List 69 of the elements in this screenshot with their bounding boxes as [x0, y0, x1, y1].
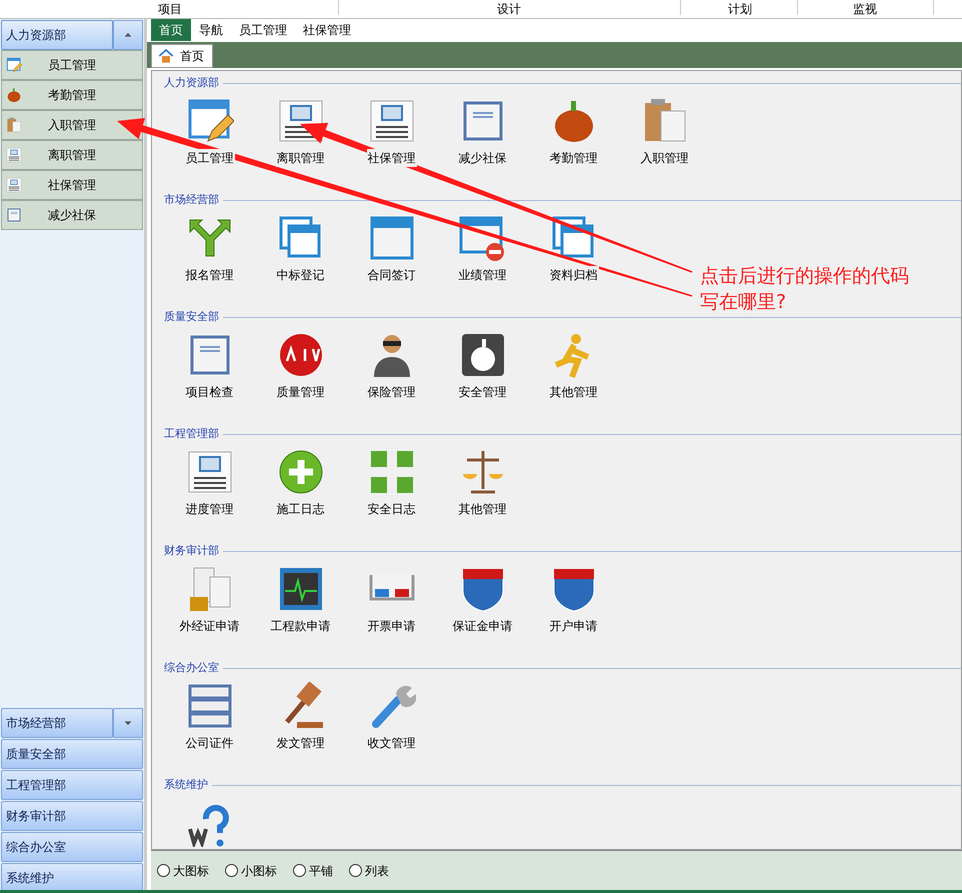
launcher-label[interactable]: 减少社保 [458, 149, 508, 167]
window-pencil-icon [6, 57, 22, 73]
launcher-label[interactable]: 保险管理 [366, 383, 416, 401]
group-header-button[interactable]: 市场经营部 [1, 708, 113, 738]
menu-item[interactable]: 监视 [853, 2, 877, 16]
document-icon [6, 147, 22, 163]
home-icon [158, 48, 174, 64]
window-icon[interactable] [368, 214, 416, 262]
launcher-label[interactable]: 质量管理 [276, 383, 326, 401]
window-pencil-icon[interactable] [186, 97, 234, 145]
apple-icon [6, 87, 22, 103]
document-icon [6, 177, 22, 193]
group-header-button[interactable]: 财务审计部 [1, 801, 143, 831]
menu-item[interactable]: 设计 [497, 2, 521, 16]
annotation-text: 点击后进行的操作的代码 写在哪里? [700, 264, 909, 315]
group-header-button[interactable]: 系统维护 [1, 863, 143, 893]
tab[interactable]: 社保管理 [295, 19, 359, 41]
clipboard-icon [6, 117, 22, 133]
section-title: 财务审计部 [164, 542, 219, 559]
launcher-label[interactable]: 考勤管理 [548, 149, 598, 167]
launcher-label[interactable]: 开票申请 [366, 617, 416, 635]
group-header-button[interactable]: 综合办公室 [1, 832, 143, 862]
launcher-label[interactable]: 安全管理 [458, 383, 508, 401]
launcher-label[interactable]: 安全日志 [366, 500, 416, 518]
drawers-icon[interactable] [186, 682, 234, 730]
launcher-label[interactable]: 公司证件 [184, 734, 234, 752]
radio-option[interactable]: 平铺 [293, 862, 333, 880]
frame-icon [6, 207, 22, 223]
radio-option[interactable]: 列表 [349, 862, 389, 880]
section-title: 人力资源部 [164, 74, 219, 91]
section-title: 综合办公室 [164, 660, 219, 676]
window-stop-icon[interactable] [458, 214, 506, 262]
sidebar-item[interactable]: 考勤管理 [1, 80, 143, 110]
launcher-label[interactable]: 项目检查 [184, 383, 234, 401]
group-header-button[interactable]: 质量安全部 [1, 739, 143, 769]
launcher-label[interactable]: 离职管理 [276, 149, 326, 167]
launcher-label[interactable]: 保证金申请 [452, 617, 514, 635]
sidebar-item[interactable]: 社保管理 [1, 170, 143, 200]
plus-circle-icon[interactable] [276, 448, 324, 496]
section-title: 工程管理部 [164, 426, 219, 442]
menu-item[interactable]: 项目 [158, 2, 182, 16]
launcher-label[interactable]: 其他管理 [548, 383, 598, 401]
section-title: 质量安全部 [164, 308, 219, 325]
launcher-label[interactable]: 开户申请 [548, 617, 598, 635]
launcher-label[interactable]: 报名管理 [184, 266, 234, 284]
tab[interactable]: 员工管理 [231, 19, 295, 41]
sidebar-item[interactable]: 减少社保 [1, 200, 143, 230]
launcher-label[interactable]: 合同签订 [366, 266, 416, 284]
launcher-label[interactable]: 收文管理 [366, 734, 416, 752]
radio-option[interactable]: 小图标 [225, 862, 277, 880]
menu-item[interactable]: 计划 [728, 2, 752, 16]
sidebar-item[interactable]: 入职管理 [1, 110, 143, 140]
launcher-label[interactable]: 社保管理 [366, 149, 416, 167]
section-title: 市场经营部 [164, 192, 219, 208]
group-header-button[interactable]: 人力资源部 [1, 20, 113, 50]
launcher-label[interactable]: 员工管理 [184, 149, 234, 167]
launcher-label[interactable]: 资料归档 [548, 266, 598, 284]
tab[interactable]: 导航 [191, 19, 231, 41]
document-tab[interactable]: 首页 [151, 44, 213, 68]
section-title: 系统维护 [164, 776, 208, 793]
sidebar-item[interactable]: 员工管理 [1, 50, 143, 80]
launcher-label[interactable]: 其他管理 [458, 500, 508, 518]
sidebar-item[interactable]: 离职管理 [1, 140, 143, 170]
launcher-label[interactable]: 工程款申请 [270, 617, 332, 635]
radio-option[interactable]: 大图标 [157, 862, 209, 880]
launcher-label[interactable]: 中标登记 [276, 266, 326, 284]
tab[interactable]: 首页 [151, 19, 191, 41]
launcher-label[interactable]: 入职管理 [640, 149, 690, 167]
group-header-button[interactable]: 工程管理部 [1, 770, 143, 800]
